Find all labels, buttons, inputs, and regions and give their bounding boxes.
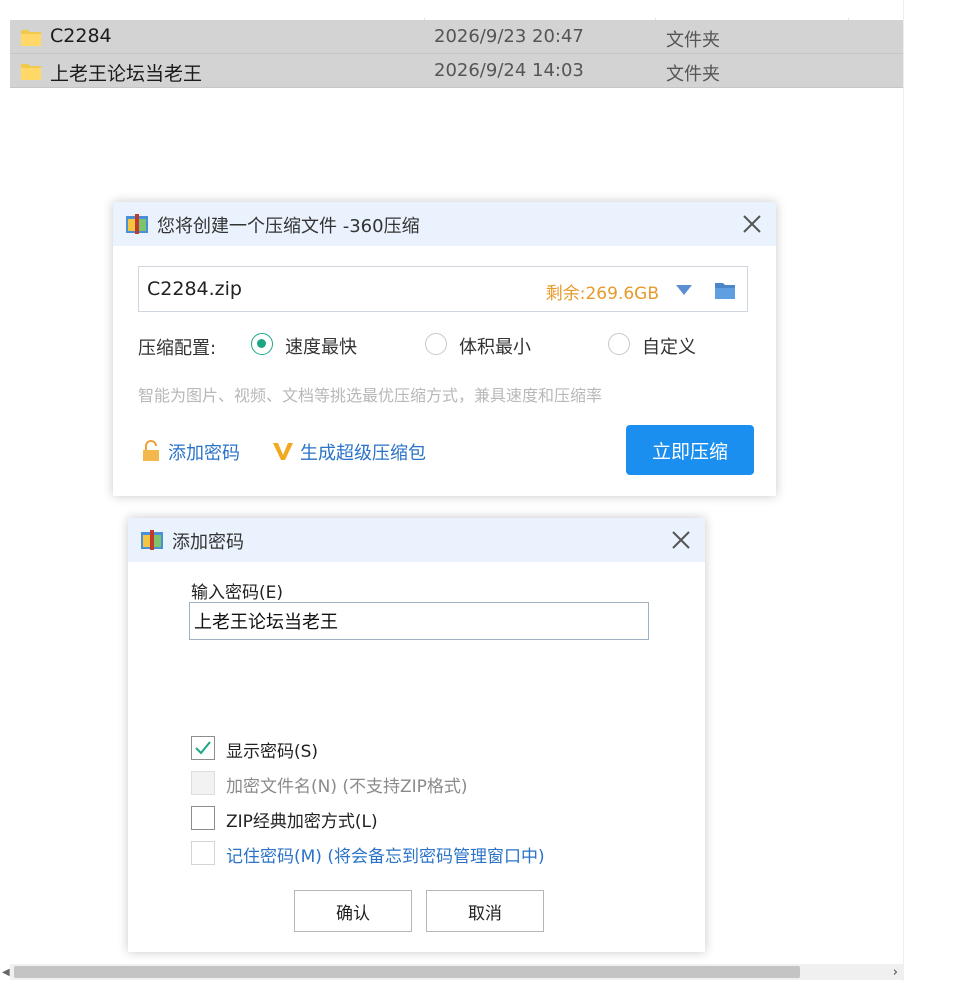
config-hint: 智能为图片、视频、文档等挑选最优压缩方式，兼具速度和压缩率 — [138, 386, 603, 405]
file-row[interactable]: C2284 2026/9/23 20:47 文件夹 — [10, 20, 904, 54]
confirm-button[interactable]: 确认 — [294, 890, 412, 932]
file-name: C2284 — [50, 25, 112, 47]
checkbox-box[interactable] — [191, 806, 215, 830]
radio-button[interactable] — [425, 333, 447, 355]
scroll-left-icon[interactable]: ◀ — [2, 967, 10, 978]
option-label: 自定义 — [642, 337, 696, 358]
checkbox-label: ZIP经典加密方式(L) — [226, 812, 378, 832]
option-label: 速度最快 — [285, 337, 357, 358]
config-label: 压缩配置: — [138, 338, 217, 359]
password-label: 输入密码(E) — [191, 583, 284, 603]
super-package-label[interactable]: 生成超级压缩包 — [300, 439, 426, 465]
checkbox-box[interactable] — [191, 841, 215, 865]
archive-app-icon — [125, 213, 149, 235]
checkbox-box[interactable] — [191, 736, 215, 760]
output-path-field[interactable]: C2284.zip 剩余:269.6GB — [138, 266, 748, 312]
option-label: 体积最小 — [459, 337, 531, 358]
dialog-title: 添加密码 — [172, 532, 244, 553]
folder-icon — [20, 60, 42, 82]
checkbox-label: 显示密码(S) — [226, 742, 319, 762]
archive-app-icon — [140, 529, 164, 551]
horizontal-scrollbar[interactable]: ◀ › — [2, 964, 904, 980]
file-date: 2026/9/23 20:47 — [434, 26, 584, 47]
scroll-right-icon[interactable]: › — [893, 965, 898, 980]
compress-now-button[interactable]: 立即压缩 — [626, 425, 754, 475]
checkbox-box[interactable] — [191, 771, 215, 795]
dialog-title: 您将创建一个压缩文件 -360压缩 — [157, 216, 420, 237]
password-input[interactable] — [189, 602, 649, 640]
add-password-dialog: 添加密码 输入密码(E) 显示密码(S) 加密文件名(N) (不支持ZIP格式)… — [128, 518, 705, 952]
vip-v-icon — [272, 440, 294, 462]
file-type: 文件夹 — [666, 30, 720, 51]
close-icon[interactable] — [667, 526, 695, 554]
file-name: 上老王论坛当老王 — [50, 63, 203, 85]
close-icon[interactable] — [738, 210, 766, 238]
file-row[interactable]: 上老王论坛当老王 2026/9/24 14:03 文件夹 — [10, 54, 904, 88]
radio-button[interactable] — [608, 333, 630, 355]
output-path-value[interactable]: C2284.zip — [147, 278, 242, 300]
file-date: 2026/9/24 14:03 — [434, 60, 584, 81]
compress-dialog: 您将创建一个压缩文件 -360压缩 C2284.zip 剩余:269.6GB 压… — [113, 202, 776, 496]
browse-folder-icon[interactable] — [713, 279, 737, 301]
radio-button[interactable] — [251, 333, 273, 355]
checkbox-label: 加密文件名(N) (不支持ZIP格式) — [226, 777, 468, 797]
add-password-label[interactable]: 添加密码 — [168, 439, 240, 465]
dialog-titlebar[interactable]: 您将创建一个压缩文件 -360压缩 — [113, 202, 776, 246]
file-type: 文件夹 — [666, 64, 720, 85]
dialog-titlebar[interactable]: 添加密码 — [128, 518, 705, 562]
dropdown-arrow-icon[interactable] — [675, 282, 693, 296]
cancel-button[interactable]: 取消 — [426, 890, 544, 932]
folder-icon — [20, 26, 42, 48]
remaining-space: 剩余:269.6GB — [545, 284, 659, 304]
checkbox-label: 记住密码(M) (将会备忘到密码管理窗口中) — [226, 847, 545, 867]
scrollbar-thumb[interactable] — [14, 966, 800, 978]
lock-icon — [140, 440, 162, 462]
window-edge — [903, 0, 904, 981]
